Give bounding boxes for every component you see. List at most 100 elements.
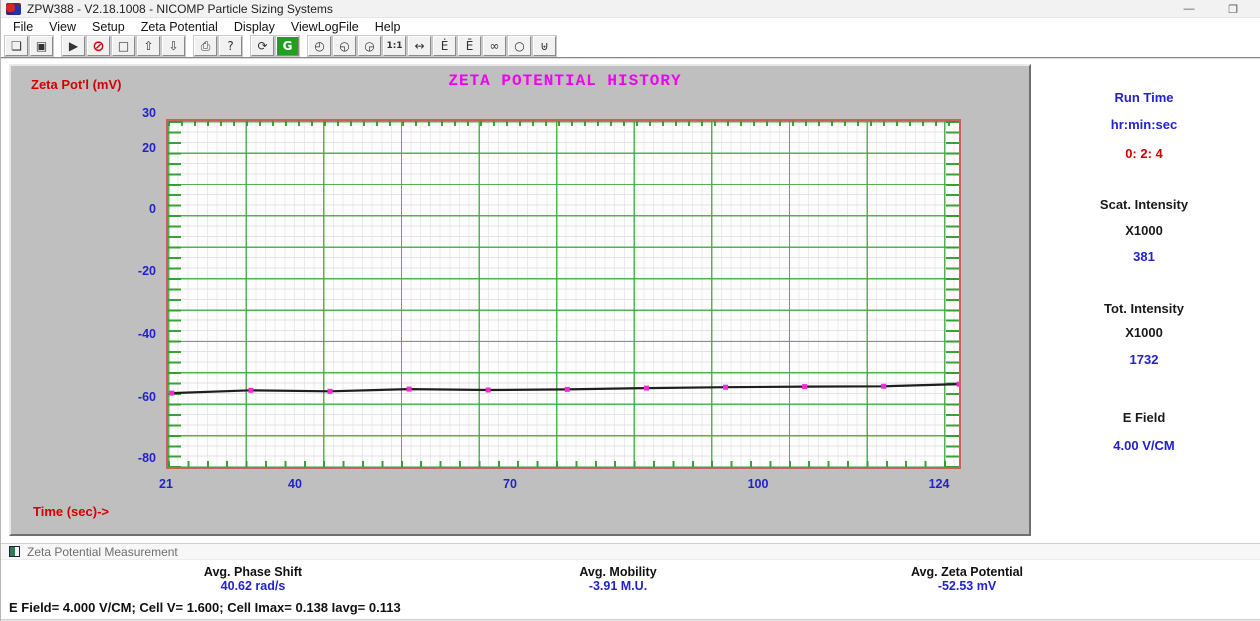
title-bar[interactable]: ZPW388 - V2.18.1008 - NICOMP Particle Si… — [1, 0, 1260, 18]
efield-up-button[interactable]: Ė — [433, 36, 456, 56]
goniometer-icon: G — [283, 39, 293, 53]
scale-1-1-icon: 1:1 — [386, 41, 402, 51]
data-point-marker — [957, 382, 960, 387]
plot-svg — [168, 121, 959, 467]
tot-intensity-value: 1732 — [1044, 352, 1244, 367]
save-button[interactable]: ▣ — [30, 36, 53, 56]
scale-1-1-button[interactable]: 1:1 — [383, 36, 406, 56]
menu-item-view[interactable]: View — [41, 20, 84, 34]
run-icon: ▶ — [69, 39, 78, 53]
open-button[interactable]: ❏ — [5, 36, 28, 56]
tot-intensity-title: Tot. Intensity — [1044, 301, 1244, 316]
y-tick-label: 30 — [96, 106, 156, 120]
timer2-icon: ◵ — [339, 39, 349, 53]
efield-up-icon: Ė — [441, 39, 449, 53]
y-tick-label: -40 — [96, 327, 156, 341]
menu-item-help[interactable]: Help — [367, 20, 409, 34]
save-icon: ▣ — [36, 39, 47, 53]
avg-phase-shift-label: Avg. Phase Shift — [103, 565, 403, 579]
menu-item-file[interactable]: File — [5, 20, 41, 34]
chart-panel: Zeta Pot'l (mV) ZETA POTENTIAL HISTORY T… — [9, 64, 1031, 536]
x-tick-label: 40 — [275, 477, 315, 491]
arrow-down-icon: ⇩ — [168, 39, 178, 53]
minimize-button[interactable]: — — [1180, 3, 1198, 15]
restore-button[interactable]: ❐ — [1224, 3, 1242, 16]
measurement-window-title: Zeta Potential Measurement — [27, 545, 178, 559]
plot-area — [166, 119, 961, 469]
x-tick-label: 70 — [490, 477, 530, 491]
width-icon: ↔ — [414, 39, 424, 53]
menu-item-viewlogfile[interactable]: ViewLogFile — [283, 20, 367, 34]
toolbar-separator — [243, 36, 250, 56]
y-tick-label: -60 — [96, 390, 156, 404]
data-point-marker — [644, 386, 649, 391]
help-icon: ? — [227, 39, 233, 53]
data-point-marker — [723, 385, 728, 390]
avg-mobility-metric: Avg. Mobility -3.91 M.U. — [468, 565, 768, 593]
drop-icon: ○ — [514, 39, 524, 53]
data-point-marker — [486, 388, 491, 393]
square-button[interactable]: □ — [112, 36, 135, 56]
timer3-icon: ◶ — [364, 39, 374, 53]
link-button[interactable]: ∞ — [483, 36, 506, 56]
avg-mobility-value: -3.91 M.U. — [468, 579, 768, 593]
data-point-marker — [407, 387, 412, 392]
open-icon: ❏ — [11, 39, 22, 53]
menu-bar: FileViewSetupZeta PotentialDisplayViewLo… — [1, 18, 1260, 35]
cell-button[interactable]: ⊎ — [533, 36, 556, 56]
toolbar-separator — [186, 36, 193, 56]
data-point-marker — [328, 389, 333, 394]
toolbar-separator — [54, 36, 61, 56]
y-tick-label: 0 — [96, 202, 156, 216]
scat-intensity-scale: X1000 — [1044, 223, 1244, 238]
refresh-icon: ⟳ — [257, 39, 267, 53]
toolbar-separator — [300, 36, 307, 56]
measurement-window-icon — [9, 546, 20, 557]
measurement-window-titlebar[interactable]: Zeta Potential Measurement — [1, 543, 1260, 560]
x-tick-label: 21 — [146, 477, 186, 491]
drop-button[interactable]: ○ — [508, 36, 531, 56]
stop-icon: ⊘ — [92, 37, 105, 55]
stop-button[interactable]: ⊘ — [87, 36, 110, 56]
timer1-button[interactable]: ◴ — [308, 36, 331, 56]
y-tick-label: -20 — [96, 264, 156, 278]
print-icon: ⎙ — [201, 39, 211, 53]
app-window: ZPW388 - V2.18.1008 - NICOMP Particle Si… — [0, 0, 1260, 621]
e-field-title: E Field — [1044, 410, 1244, 425]
x-tick-label: 100 — [738, 477, 778, 491]
avg-phase-shift-value: 40.62 rad/s — [103, 579, 403, 593]
y-tick-label: 20 — [96, 141, 156, 155]
timer3-button[interactable]: ◶ — [358, 36, 381, 56]
status-line: E Field= 4.000 V/CM; Cell V= 1.600; Cell… — [9, 600, 401, 615]
tot-intensity-scale: X1000 — [1044, 325, 1244, 340]
scat-intensity-value: 381 — [1044, 249, 1244, 264]
y-axis-title: Zeta Pot'l (mV) — [31, 77, 122, 92]
timer2-button[interactable]: ◵ — [333, 36, 356, 56]
x-tick-label: 124 — [919, 477, 959, 491]
data-point-marker — [248, 388, 253, 393]
refresh-button[interactable]: ⟳ — [251, 36, 274, 56]
avg-zeta-potential-label: Avg. Zeta Potential — [817, 565, 1117, 579]
run-time-title: Run Time — [1044, 90, 1244, 105]
toolbar: ❏ ▣ ▶ ⊘ □⇧ ⇩ ⎙? ⟳ G ◴ ◵ ◶ 1:1 ↔ ĖĒ∞ ○ ⊎ — [1, 35, 1260, 59]
menu-item-display[interactable]: Display — [226, 20, 283, 34]
menu-item-setup[interactable]: Setup — [84, 20, 133, 34]
arrow-down-button[interactable]: ⇩ — [162, 36, 185, 56]
timer1-icon: ◴ — [314, 39, 324, 53]
cell-icon: ⊎ — [540, 39, 549, 53]
efield-bar-button[interactable]: Ē — [458, 36, 481, 56]
menu-item-zeta-potential[interactable]: Zeta Potential — [133, 20, 226, 34]
chart-title: ZETA POTENTIAL HISTORY — [365, 72, 765, 90]
avg-zeta-potential-metric: Avg. Zeta Potential -52.53 mV — [817, 565, 1117, 593]
window-title: ZPW388 - V2.18.1008 - NICOMP Particle Si… — [27, 2, 333, 16]
width-button[interactable]: ↔ — [408, 36, 431, 56]
help-button[interactable]: ? — [219, 36, 242, 56]
data-point-marker — [881, 384, 886, 389]
print-button[interactable]: ⎙ — [194, 36, 217, 56]
goniometer-button[interactable]: G — [276, 36, 299, 56]
run-time-units: hr:min:sec — [1044, 117, 1244, 132]
run-button[interactable]: ▶ — [62, 36, 85, 56]
arrow-up-button[interactable]: ⇧ — [137, 36, 160, 56]
app-icon — [6, 3, 21, 15]
avg-zeta-potential-value: -52.53 mV — [817, 579, 1117, 593]
